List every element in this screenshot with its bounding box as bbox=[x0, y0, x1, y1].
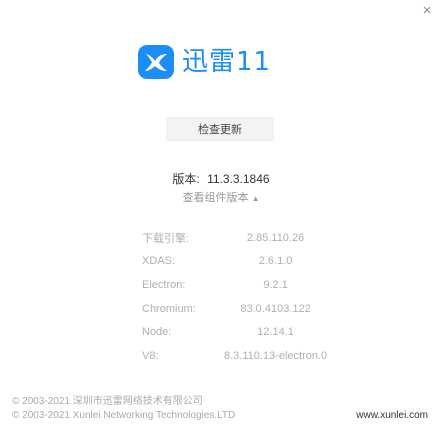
component-version: 2.85.110.26 bbox=[246, 231, 305, 244]
close-button[interactable]: × bbox=[418, 2, 436, 20]
copyright-block: © 2003-2021 深圳市迅雷网络技术有限公司 © 2003-2021 Xu… bbox=[12, 395, 235, 423]
component-row: Electron: 9.2.1 bbox=[142, 273, 327, 297]
component-row: V8: 8.3.110.13-electron.0 bbox=[142, 344, 327, 368]
logo-wordmark: 迅雷11 bbox=[182, 47, 272, 77]
version-info: 版本: 11.3.3.1846 bbox=[0, 170, 442, 187]
version-value: 11.3.3.1846 bbox=[207, 172, 270, 186]
component-version: 12.14.1 bbox=[257, 326, 294, 339]
component-name: V8: bbox=[142, 349, 159, 362]
version-label: 版本: bbox=[172, 172, 200, 186]
component-row: XDAS: 2.6.1.0 bbox=[142, 250, 327, 274]
component-version: 83.0.4103.122 bbox=[240, 302, 311, 315]
component-row: 下载引擎: 2.85.110.26 bbox=[142, 226, 327, 250]
component-row: Node: 12.14.1 bbox=[142, 320, 327, 344]
component-name: Node: bbox=[142, 326, 172, 339]
copyright-cn: © 2003-2021 深圳市迅雷网络技术有限公司 bbox=[12, 396, 203, 407]
component-version: 8.3.110.13-electron.0 bbox=[224, 349, 328, 362]
component-name: XDAS: bbox=[142, 255, 176, 268]
component-versions-table: 下载引擎: 2.85.110.26 XDAS: 2.6.1.0 Electron: 9.2… bbox=[142, 226, 327, 368]
component-name: 下载引擎: bbox=[142, 232, 190, 245]
website-link[interactable]: www.xunlei.com bbox=[356, 409, 428, 423]
view-components-label: 查看组件版本 bbox=[182, 192, 249, 204]
app-logo: 迅雷11 bbox=[138, 45, 271, 79]
xunlei-bird-icon bbox=[138, 45, 174, 79]
chevron-up-icon: ▲ bbox=[251, 194, 260, 203]
component-row: Chromium: 83.0.4103.122 bbox=[142, 297, 327, 321]
copyright-en: © 2003-2021 Xunlei Networking Technologi… bbox=[12, 410, 236, 421]
component-version: 2.6.1.0 bbox=[258, 255, 293, 268]
component-version: 9.2.1 bbox=[263, 278, 288, 291]
component-name: Electron: bbox=[142, 278, 186, 291]
close-icon: × bbox=[422, 2, 432, 19]
view-components-toggle[interactable]: 查看组件版本 ▲ bbox=[0, 189, 442, 205]
check-update-button[interactable]: 检查更新 bbox=[166, 117, 274, 141]
component-name: Chromium: bbox=[142, 302, 196, 315]
